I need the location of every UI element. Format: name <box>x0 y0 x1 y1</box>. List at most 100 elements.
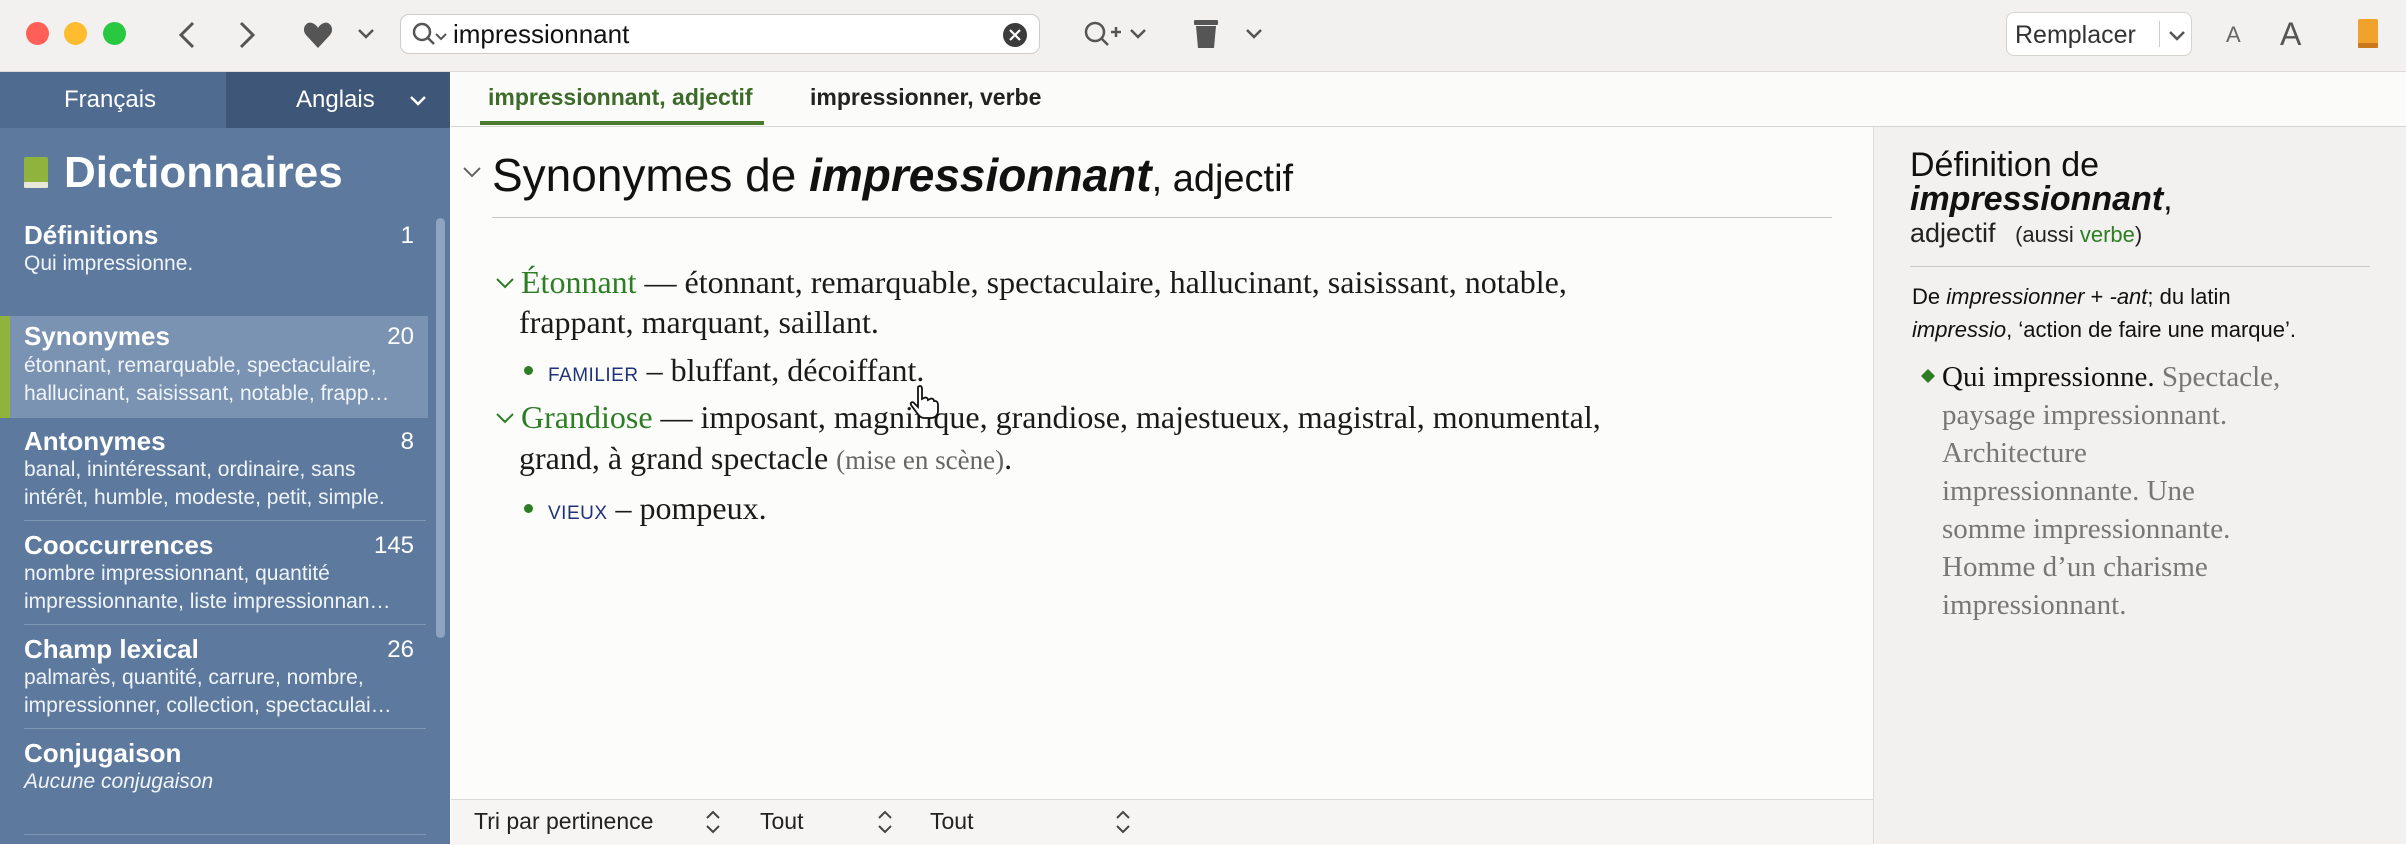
updown-chevron-icon[interactable] <box>876 808 894 836</box>
definition-example: somme impressionnante. <box>1942 513 2231 545</box>
entry-synonyms: grand, à grand spectacle <box>519 440 837 476</box>
heading-suffix: , adjectif <box>1151 158 1294 200</box>
ety-part: impressio <box>1912 317 2007 342</box>
divider <box>2159 21 2160 47</box>
chevron-down-icon[interactable] <box>406 88 430 112</box>
replace-button[interactable]: Remplacer <box>2006 12 2192 56</box>
replace-label: Remplacer <box>2015 21 2136 49</box>
zoom-in-search-icon[interactable] <box>1082 18 1122 52</box>
sidebar-item-desc: Aucune conjugaison <box>24 770 214 793</box>
search-input[interactable] <box>453 18 993 50</box>
entry-line: Étonnant — étonnant, remarquable, specta… <box>521 264 1567 301</box>
sidebar-item-antonyms[interactable]: Antonymes 8 banal, inintéressant, ordina… <box>0 420 428 522</box>
sidebar-item-desc: banal, inintéressant, ordinaire, sans in… <box>24 458 385 509</box>
hand-cursor-icon <box>909 385 939 419</box>
ety-part: ; du latin <box>2147 284 2231 309</box>
trash-icon[interactable] <box>1192 18 1220 50</box>
definition-example: Spectacle, <box>2154 361 2281 393</box>
bullet <box>524 504 533 513</box>
clear-search-button[interactable] <box>1003 23 1027 47</box>
minimize-window-button[interactable] <box>64 22 87 45</box>
lang-tab-english-label: Anglais <box>296 86 375 113</box>
divider <box>492 217 1832 218</box>
increase-font-button[interactable]: A <box>2280 16 2301 53</box>
panel-pos: adjectif <box>1910 218 1996 248</box>
chevron-down-icon[interactable] <box>460 160 484 184</box>
updown-chevron-icon[interactable] <box>704 808 722 836</box>
filter-select-1[interactable]: Tout <box>760 808 803 835</box>
divider <box>1910 266 2370 267</box>
close-window-button[interactable] <box>26 22 49 45</box>
entry-line: grand, à grand spectacle (mise en scène)… <box>519 440 1012 477</box>
definition-example: Architecture <box>1942 437 2087 469</box>
chevron-down-icon[interactable] <box>354 21 378 45</box>
panel-headword: impressionnant <box>1910 180 2164 218</box>
sidebar-item-title: Définitions <box>24 220 159 250</box>
chevron-down-icon[interactable] <box>1242 21 1266 45</box>
book-icon <box>24 157 48 188</box>
sidebar-item-definitions[interactable]: Définitions 1 Qui impressionne. <box>0 214 428 310</box>
forward-arrow-icon[interactable] <box>236 20 258 50</box>
sub-synonyms: – pompeux. <box>607 490 767 526</box>
ety-part: De <box>1912 284 1947 309</box>
chevron-down-icon[interactable] <box>494 407 516 429</box>
chevron-down-icon[interactable] <box>2165 23 2189 47</box>
book-icon[interactable] <box>2356 18 2380 50</box>
sidebar-item-lexical-field[interactable]: Champ lexical 26 palmarès, quantité, car… <box>0 628 428 730</box>
tab-active-underline <box>480 121 764 125</box>
tab-verb[interactable]: impressionner, verbe <box>810 84 1041 111</box>
diamond-bullet-icon <box>1921 369 1935 383</box>
heart-icon[interactable] <box>302 20 334 50</box>
sidebar-item-title: Cooccurrences <box>24 530 214 560</box>
also-suffix: ) <box>2134 222 2143 247</box>
selected-marker <box>0 316 10 418</box>
entry-synonyms: — imposant, magnifique, grandiose, majes… <box>652 399 1601 435</box>
sidebar-item-count: 145 <box>373 532 414 559</box>
entry-line: Grandiose — imposant, magnifique, grandi… <box>521 399 1601 436</box>
sidebar-scrollbar[interactable] <box>436 218 445 638</box>
zoom-window-button[interactable] <box>103 22 126 45</box>
panel-title-word: impressionnant, <box>1910 180 2173 219</box>
bullet <box>524 366 533 375</box>
sidebar-item-conjugation[interactable]: Conjugaison Aucune conjugaison <box>0 732 428 835</box>
also-prefix: (aussi <box>2015 222 2080 247</box>
sidebar-item-count: 8 <box>400 428 414 455</box>
sidebar-item-title: Champ lexical <box>24 634 199 664</box>
sidebar-item-count: 20 <box>387 323 414 350</box>
updown-chevron-icon[interactable] <box>1114 808 1132 836</box>
lang-tab-french-label: Français <box>64 86 157 113</box>
search-field[interactable] <box>400 14 1040 54</box>
sidebar-item-synonyms[interactable]: Synonymes 20 étonnant, remarquable, spec… <box>0 316 428 418</box>
sub-synonyms: – bluffant, décoiffant. <box>638 352 925 388</box>
search-icon <box>412 22 447 45</box>
section-heading: Synonymes de impressionnant, adjectif <box>492 148 1293 202</box>
entry-end: . <box>1004 440 1013 476</box>
tab-adjective[interactable]: impressionnant, adjectif <box>488 84 753 111</box>
also-verb-link[interactable]: verbe <box>2080 222 2135 247</box>
entry-head[interactable]: Grandiose <box>521 399 653 435</box>
entry-head[interactable]: Étonnant <box>521 264 637 300</box>
definition-example: Homme d’un charisme <box>1942 551 2208 583</box>
definition-text: Qui impressionne. Spectacle, paysage imp… <box>1942 358 2280 624</box>
decrease-font-button[interactable]: A <box>2226 22 2241 48</box>
definition-example: impressionnant. <box>1942 589 2127 621</box>
filter-select-2[interactable]: Tout <box>930 808 973 835</box>
entry-line: frappant, marquant, saillant. <box>519 304 879 340</box>
close-icon <box>1009 29 1021 41</box>
sidebar-heading: Dictionnaires <box>64 148 343 197</box>
divider <box>24 728 426 729</box>
chevron-down-icon[interactable] <box>494 272 516 294</box>
sort-select[interactable]: Tri par pertinence <box>474 808 653 835</box>
definition-head: Qui impressionne. <box>1942 361 2155 393</box>
sidebar-item-count: 1 <box>400 222 414 249</box>
ety-part: , ‘action de faire une marque’. <box>2006 317 2296 342</box>
back-arrow-icon[interactable] <box>176 20 198 50</box>
chevron-down-icon[interactable] <box>1126 21 1150 45</box>
entry-sub: FAMILIER – bluffant, décoiffant. <box>548 352 924 389</box>
register-label: VIEUX <box>548 503 608 524</box>
sidebar-item-desc: nombre impressionnant, quantité impressi… <box>24 562 391 613</box>
sidebar-item-cooccurrences[interactable]: Cooccurrences 145 nombre impressionnant,… <box>0 524 428 626</box>
sidebar-item-desc: palmarès, quantité, carrure, nombre, imp… <box>24 666 392 717</box>
register-label: FAMILIER <box>548 365 639 386</box>
sidebar-item-count: 26 <box>387 636 414 663</box>
